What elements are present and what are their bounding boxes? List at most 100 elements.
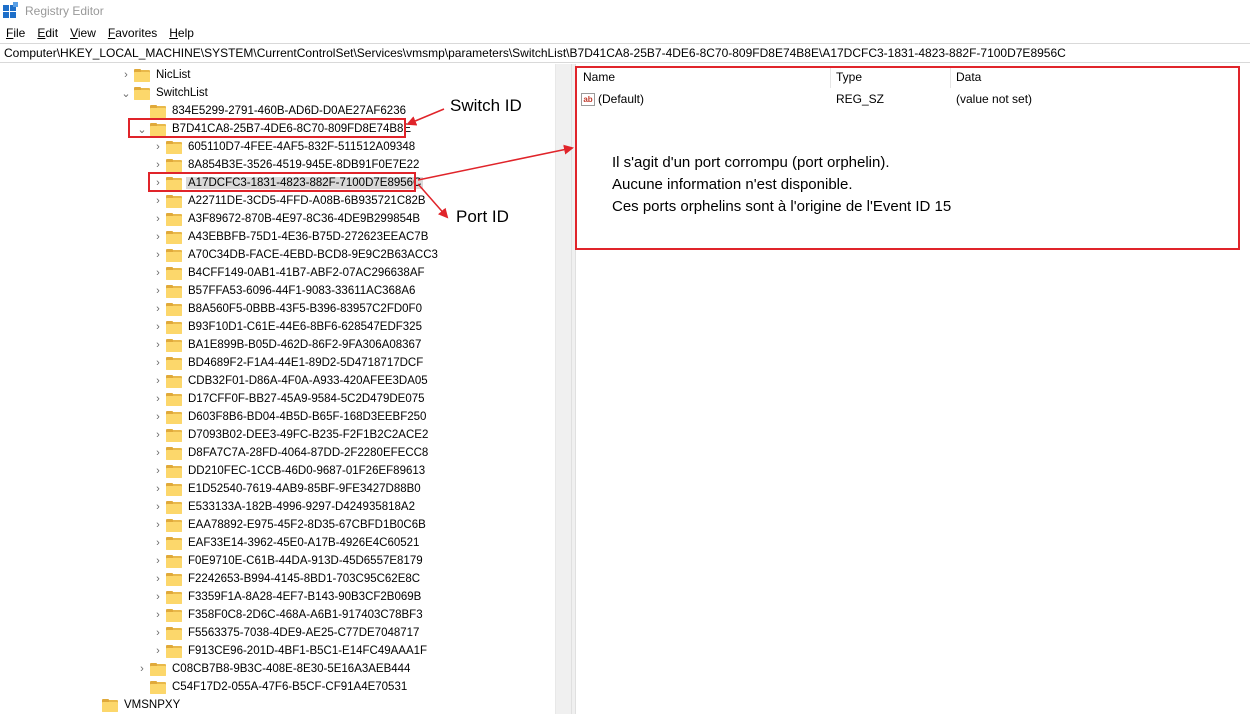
tree-item-port[interactable]: › F5563375-7038-4DE9-AE25-C77DE7048717 xyxy=(150,624,421,642)
tree-item-port[interactable]: › A70C34DB-FACE-4EBD-BCD8-9E9C2B63ACC3 xyxy=(150,246,440,264)
tree-item-port[interactable]: › B8A560F5-0BBB-43F5-B396-83957C2FD0F0 xyxy=(150,300,424,318)
folder-icon xyxy=(166,248,182,262)
chevron-right-icon[interactable]: › xyxy=(150,570,166,588)
menu-view[interactable]: View xyxy=(64,26,102,40)
chevron-right-icon[interactable]: › xyxy=(150,264,166,282)
tree-item-label: B8A560F5-0BBB-43F5-B396-83957C2FD0F0 xyxy=(188,303,422,315)
tree-item-port[interactable]: › 605110D7-4FEE-4AF5-832F-511512A09348 xyxy=(150,138,417,156)
chevron-right-icon[interactable]: › xyxy=(150,444,166,462)
chevron-right-icon[interactable]: › xyxy=(150,228,166,246)
chevron-right-icon[interactable]: › xyxy=(150,624,166,642)
tree-item-label: B57FFA53-6096-44F1-9083-33611AC368A6 xyxy=(188,285,416,297)
tree-item-label: VMSNPXY xyxy=(124,699,181,711)
tree-item-label: C54F17D2-055A-47F6-B5CF-CF91A4E70531 xyxy=(172,681,408,693)
tree-item-label: D603F8B6-BD04-4B5D-B65F-168D3EEBF250 xyxy=(188,411,427,423)
chevron-right-icon[interactable]: › xyxy=(150,606,166,624)
chevron-right-icon[interactable]: › xyxy=(150,498,166,516)
tree-item-label: B4CFF149-0AB1-41B7-ABF2-07AC296638AF xyxy=(188,267,425,279)
chevron-down-icon[interactable]: ⌄ xyxy=(118,84,134,102)
tree-item-port[interactable]: › D7093B02-DEE3-49FC-B235-F2F1B2C2ACE2 xyxy=(150,426,430,444)
tree-item-port[interactable]: › EAA78892-E975-45F2-8D35-67CBFD1B0C6B xyxy=(150,516,428,534)
menu-edit[interactable]: Edit xyxy=(31,26,64,40)
window-title: Registry Editor xyxy=(25,4,104,18)
tree-item-port[interactable]: › BD4689F2-F1A4-44E1-89D2-5D4718717DCF xyxy=(150,354,425,372)
tree-item-niclist[interactable]: › NicList xyxy=(118,66,193,84)
menu-favorites-rest: avorites xyxy=(115,26,158,40)
tree-item-port[interactable]: › E1D52540-7619-4AB9-85BF-9FE3427D88B0 xyxy=(150,480,423,498)
chevron-right-icon[interactable]: › xyxy=(150,642,166,660)
tree-scrollbar[interactable] xyxy=(555,64,571,714)
tree-item-port[interactable]: › DD210FEC-1CCB-46D0-9687-01F26EF89613 xyxy=(150,462,427,480)
tree-item-port[interactable]: › D8FA7C7A-28FD-4064-87DD-2F2280EFECC8 xyxy=(150,444,430,462)
tree-item-port[interactable]: › CDB32F01-D86A-4F0A-A933-420AFEE3DA05 xyxy=(150,372,430,390)
folder-icon xyxy=(166,554,182,568)
chevron-right-icon[interactable]: › xyxy=(150,534,166,552)
chevron-right-icon[interactable]: › xyxy=(150,210,166,228)
folder-icon xyxy=(166,626,182,640)
tree-item-port[interactable]: › A43EBBFB-75D1-4E36-B75D-272623EEAC7B xyxy=(150,228,430,246)
tree-item-port[interactable]: › A22711DE-3CD5-4FFD-A08B-6B935721C82B xyxy=(150,192,428,210)
tree-item-label: A43EBBFB-75D1-4E36-B75D-272623EEAC7B xyxy=(188,231,429,243)
chevron-right-icon[interactable]: › xyxy=(150,372,166,390)
tree-item-label: 834E5299-2791-460B-AD6D-D0AE27AF6236 xyxy=(172,105,406,117)
tree-item-port[interactable]: › D603F8B6-BD04-4B5D-B65F-168D3EEBF250 xyxy=(150,408,428,426)
chevron-right-icon[interactable]: › xyxy=(150,588,166,606)
tree-pane[interactable]: › NicList ⌄ SwitchList 834E5299-2791-460… xyxy=(0,64,571,714)
title-bar: Registry Editor xyxy=(0,0,1250,22)
chevron-right-icon[interactable]: › xyxy=(150,336,166,354)
switch-id-highlight xyxy=(128,118,406,138)
chevron-right-icon[interactable]: › xyxy=(150,408,166,426)
tree-item-label: C08CB7B8-9B3C-408E-8E30-5E16A3AEB444 xyxy=(172,663,411,675)
tree-item-port[interactable]: › F358F0C8-2D6C-468A-A6B1-917403C78BF3 xyxy=(150,606,425,624)
chevron-right-icon[interactable]: › xyxy=(150,354,166,372)
chevron-right-icon[interactable]: › xyxy=(150,426,166,444)
menu-help-rest: elp xyxy=(177,26,194,40)
menu-help[interactable]: Help xyxy=(163,26,200,40)
folder-icon xyxy=(166,446,182,460)
chevron-right-icon[interactable]: › xyxy=(150,462,166,480)
chevron-right-icon[interactable]: › xyxy=(150,552,166,570)
registry-editor-icon xyxy=(3,2,19,19)
port-id-highlight xyxy=(148,172,416,192)
folder-icon xyxy=(150,104,166,118)
tree-item-port[interactable]: › B57FFA53-6096-44F1-9083-33611AC368A6 xyxy=(150,282,417,300)
tree-item-port[interactable]: › F0E9710E-C61B-44DA-913D-45D6557E8179 xyxy=(150,552,425,570)
folder-icon xyxy=(150,680,166,694)
tree-item-vmsnpxy[interactable]: VMSNPXY xyxy=(86,696,182,714)
tree-item-port[interactable]: › BA1E899B-B05D-462D-86F2-9FA306A08367 xyxy=(150,336,423,354)
chevron-right-icon[interactable]: › xyxy=(150,192,166,210)
folder-icon xyxy=(166,608,182,622)
chevron-right-icon[interactable]: › xyxy=(118,66,134,84)
tree-item-port[interactable]: › A3F89672-870B-4E97-8C36-4DE9B299854B xyxy=(150,210,422,228)
tree-item-port[interactable]: › D17CFF0F-BB27-45A9-9584-5C2D479DE075 xyxy=(150,390,427,408)
tree-item-port[interactable]: › B93F10D1-C61E-44E6-8BF6-628547EDF325 xyxy=(150,318,424,336)
tree-item-label: A70C34DB-FACE-4EBD-BCD8-9E9C2B63ACC3 xyxy=(188,249,438,261)
tree-item-switchlist[interactable]: ⌄ SwitchList xyxy=(118,84,210,102)
chevron-right-icon[interactable]: › xyxy=(150,516,166,534)
chevron-right-icon[interactable]: › xyxy=(150,282,166,300)
tree-item-switch[interactable]: C54F17D2-055A-47F6-B5CF-CF91A4E70531 xyxy=(134,678,409,696)
chevron-right-icon[interactable]: › xyxy=(150,246,166,264)
folder-icon xyxy=(166,356,182,370)
menu-file[interactable]: File xyxy=(0,26,31,40)
folder-icon xyxy=(166,572,182,586)
chevron-right-icon[interactable]: › xyxy=(150,300,166,318)
tree-item-label: BA1E899B-B05D-462D-86F2-9FA306A08367 xyxy=(188,339,422,351)
tree-item-port[interactable]: › F2242653-B994-4145-8BD1-703C95C62E8C xyxy=(150,570,422,588)
tree-item-label: B93F10D1-C61E-44E6-8BF6-628547EDF325 xyxy=(188,321,422,333)
tree-item-port[interactable]: › F913CE96-201D-4BF1-B5C1-E14FC49AAA1F xyxy=(150,642,429,660)
chevron-right-icon[interactable]: › xyxy=(150,138,166,156)
chevron-right-icon[interactable]: › xyxy=(150,390,166,408)
address-bar[interactable]: Computer\HKEY_LOCAL_MACHINE\SYSTEM\Curre… xyxy=(0,43,1250,63)
menu-favorites[interactable]: Favorites xyxy=(102,26,163,40)
chevron-right-icon[interactable]: › xyxy=(134,660,150,678)
tree-item-port[interactable]: › F3359F1A-8A28-4EF7-B143-90B3CF2B069B xyxy=(150,588,423,606)
tree-item-port[interactable]: › E533133A-182B-4996-9297-D424935818A2 xyxy=(150,498,417,516)
tree-item-port[interactable]: › EAF33E14-3962-45E0-A17B-4926E4C60521 xyxy=(150,534,421,552)
chevron-right-icon[interactable]: › xyxy=(150,480,166,498)
tree-item-switch[interactable]: › C08CB7B8-9B3C-408E-8E30-5E16A3AEB444 xyxy=(134,660,412,678)
folder-icon xyxy=(166,482,182,496)
tree-item-port[interactable]: › B4CFF149-0AB1-41B7-ABF2-07AC296638AF xyxy=(150,264,427,282)
chevron-right-icon[interactable]: › xyxy=(150,318,166,336)
